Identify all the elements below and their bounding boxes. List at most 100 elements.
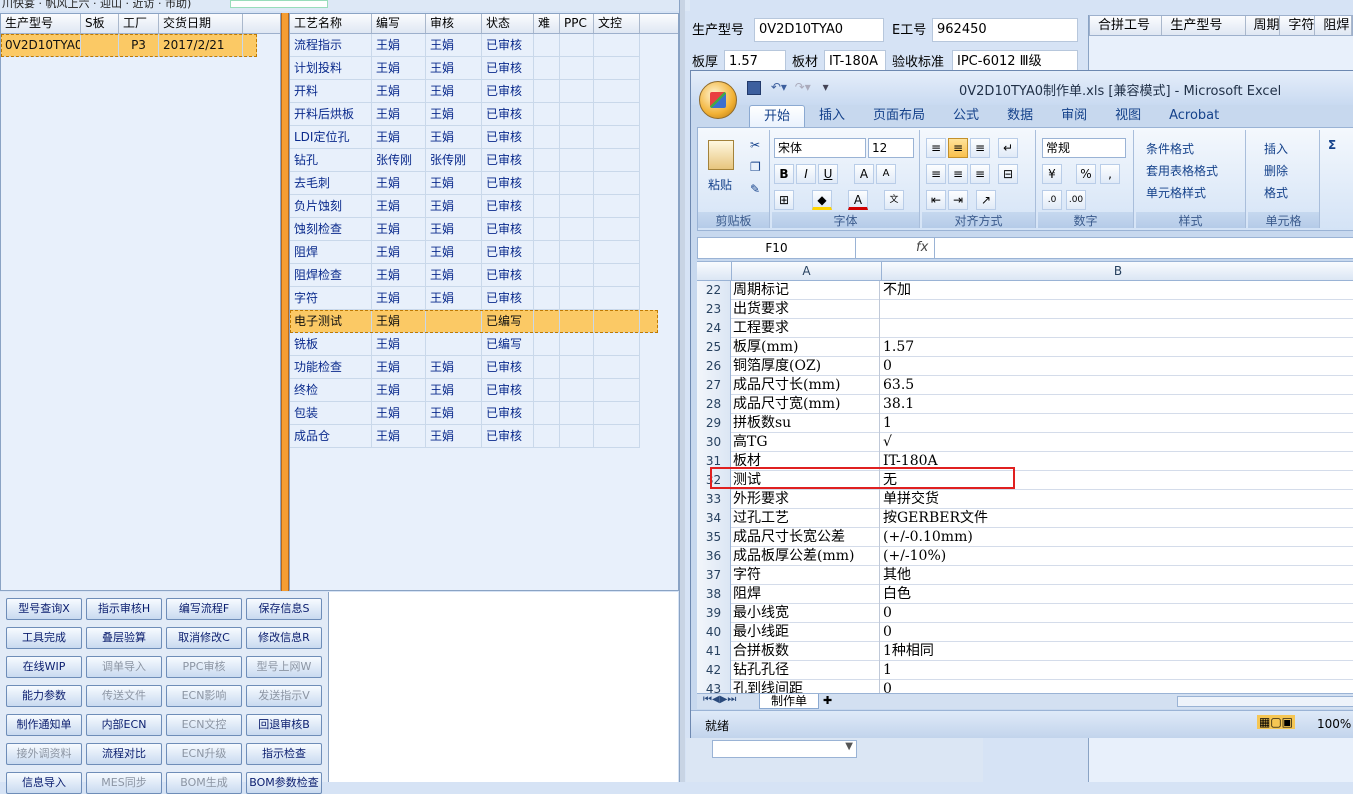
action-button[interactable]: ECN文控 [166,714,242,736]
process-row[interactable]: 钻孔 张传刚 张传刚 已审核 [290,149,640,172]
merge-icon[interactable]: ⊟ [998,164,1018,184]
row-number[interactable]: 25 [697,338,731,357]
ribbon-tab[interactable]: 数据 [993,105,1047,127]
process-row[interactable]: 阻焊 王娟 王娟 已审核 [290,241,640,264]
combine-col-header[interactable]: 周期 [1246,16,1281,35]
sheet-row[interactable]: 38 阻焊 白色 [697,585,1353,604]
action-button[interactable]: 指示检查 [246,743,322,765]
action-button[interactable]: 修改信息R [246,627,322,649]
row-number[interactable]: 28 [697,395,731,414]
sheet-row[interactable]: 42 钻孔孔径 1 [697,661,1353,680]
column-b-header[interactable]: B [882,262,1353,280]
cell-b[interactable] [883,300,1353,319]
process-row[interactable]: 去毛刺 王娟 王娟 已审核 [290,172,640,195]
table-format-button[interactable]: 套用表格格式 [1146,162,1218,179]
row-number[interactable]: 23 [697,300,731,319]
decrease-decimal-icon[interactable]: .00 [1066,190,1086,210]
cell-a[interactable]: 字符 [733,566,880,585]
process-col-header[interactable]: 状态 [482,14,534,33]
process-col-header[interactable]: 难 [534,14,560,33]
orientation-icon[interactable]: ↗ [976,190,996,210]
cell-a[interactable]: 铜箔厚度(OZ) [733,357,880,376]
model-field[interactable]: 0V2D10TYA0 [754,18,884,42]
font-shrink-icon[interactable]: A [876,164,896,184]
process-col-header[interactable]: 工艺名称 [290,14,372,33]
row-number[interactable]: 41 [697,642,731,661]
sheet-row[interactable]: 40 最小线距 0 [697,623,1353,642]
conditional-format-button[interactable]: 条件格式 [1146,140,1194,157]
process-row[interactable]: 开料 王娟 王娟 已审核 [290,80,640,103]
menu-strip[interactable]: 川快宴 · 帆风上六 · 迎山 · 近访 · 市助) [0,0,690,11]
sheet-nav-icon[interactable]: ⏮◀▶⏭ [703,694,736,705]
model-grid[interactable]: 生产型号 S板 工厂 交货日期 0V2D10TYA0 P3 2017/2/21 [0,13,281,591]
paste-icon[interactable] [708,140,734,170]
font-color-icon[interactable]: A [848,190,868,210]
number-format-combo[interactable]: 常规 [1042,138,1126,158]
phonetic-icon[interactable]: 文 [884,190,904,210]
ribbon-tab[interactable]: 插入 [805,105,859,127]
combine-col-header[interactable]: 阻焊 [1315,16,1352,35]
action-button[interactable]: 编写流程F [166,598,242,620]
row-number[interactable]: 30 [697,433,731,452]
cell-a[interactable]: 过孔工艺 [733,509,880,528]
process-row[interactable]: 铣板 王娟 已编写 [290,333,640,356]
cell-b[interactable]: 38.1 [883,395,1353,414]
cell-a[interactable]: 阻焊 [733,585,880,604]
process-col-header[interactable]: 文控 [594,14,640,33]
process-row[interactable]: 终检 王娟 王娟 已审核 [290,379,640,402]
cell-a[interactable]: 最小线宽 [733,604,880,623]
cell-a[interactable]: 钻孔孔径 [733,661,880,680]
process-row[interactable]: 电子测试 王娟 已编写 [290,310,658,333]
paste-button[interactable]: 粘贴 [708,176,732,193]
sheet-row[interactable]: 25 板厚(mm) 1.57 [697,338,1353,357]
action-button[interactable]: 保存信息S [246,598,322,620]
cell-a[interactable]: 合拼板数 [733,642,880,661]
action-button[interactable]: 叠层验算 [86,627,162,649]
insert-cells-button[interactable]: 插入 [1264,140,1288,157]
process-grid[interactable]: 工艺名称 编写 审核 状态难 PPC 文控 流程指示 王娟 王娟 已审核 计划投料 王娟 王娟 已审核 开料… [289,13,679,591]
name-box[interactable]: F10 [698,238,856,258]
action-button[interactable]: 型号查询X [6,598,82,620]
cell-a[interactable]: 工程要求 [733,319,880,338]
cell-b[interactable]: 0 [883,604,1353,623]
model-col-header[interactable]: 工厂 [119,14,159,33]
column-a-header[interactable]: A [732,262,882,280]
action-button[interactable]: 内部ECN [86,714,162,736]
excel-titlebar[interactable]: ↶▾ ↷▾ ▾ 0V2D10TYA0制作单.xls [兼容模式] - Micro… [691,71,1353,119]
action-button[interactable]: 能力参数 [6,685,82,707]
action-button[interactable]: BOM参数检查 [246,772,322,794]
ribbon-tab[interactable]: 审阅 [1047,105,1101,127]
excel-window[interactable]: ↶▾ ↷▾ ▾ 0V2D10TYA0制作单.xls [兼容模式] - Micro… [690,70,1353,738]
action-button[interactable]: 发送指示V [246,685,322,707]
cell-b[interactable]: 其他 [883,566,1353,585]
cell-b[interactable]: (+/-10%) [883,547,1353,566]
cell-a[interactable]: 周期标记 [733,281,880,300]
sheet-row[interactable]: 26 铜箔厚度(OZ) 0 [697,357,1353,376]
percent-icon[interactable]: % [1076,164,1096,184]
qat-customize-icon[interactable]: ▾ [823,80,829,94]
underline-icon[interactable]: U [818,164,838,184]
autosum-icon[interactable]: Σ [1328,138,1336,152]
process-row[interactable]: 字符 王娟 王娟 已审核 [290,287,640,310]
action-button[interactable]: 在线WIP [6,656,82,678]
action-button[interactable]: 指示审核H [86,598,162,620]
quick-access-toolbar[interactable]: ↶▾ ↷▾ ▾ [747,80,829,95]
combine-col-header[interactable]: 生产型号 [1162,16,1246,35]
cell-b[interactable]: 1.57 [883,338,1353,357]
row-number[interactable]: 42 [697,661,731,680]
process-row[interactable]: 蚀刻检查 王娟 王娟 已审核 [290,218,640,241]
menu-search-box[interactable] [230,0,328,8]
sheet-row[interactable]: 24 工程要求 [697,319,1353,338]
align-top-icon[interactable]: ≡ [926,138,946,158]
cell-b[interactable]: 单拼交货 [883,490,1353,509]
zoom-level[interactable]: 100% [1317,717,1351,731]
ribbon-tab[interactable]: 开始 [749,105,806,127]
process-row[interactable]: 包装 王娟 王娟 已审核 [290,402,640,425]
process-row[interactable]: 计划投料 王娟 王娟 已审核 [290,57,640,80]
row-number[interactable]: 29 [697,414,731,433]
save-icon[interactable] [747,80,761,95]
row-number[interactable]: 26 [697,357,731,376]
row-number[interactable]: 38 [697,585,731,604]
action-button[interactable]: BOM生成 [166,772,242,794]
view-mode-icons[interactable]: ▦▢▣ [1257,715,1296,729]
